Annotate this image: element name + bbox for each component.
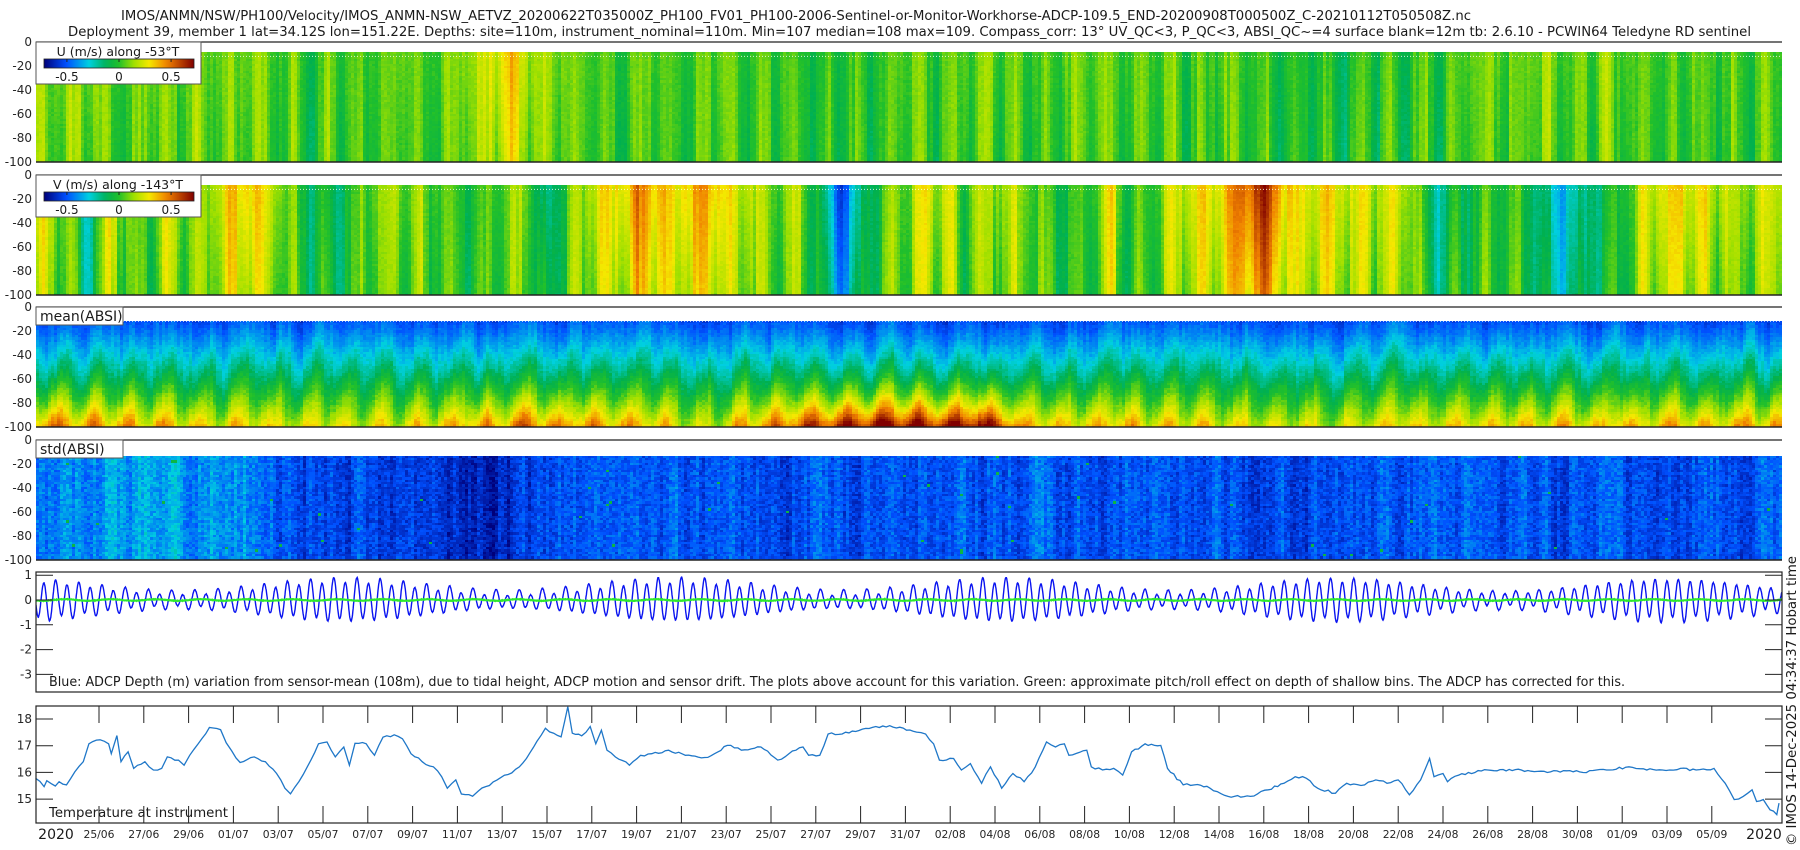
u-ytick-label: -100 xyxy=(5,155,32,169)
depth-ytick-label: -3 xyxy=(20,667,32,681)
std-absi-ytick-label: -60 xyxy=(12,505,32,519)
axes-group: 0-20-40-60-80-100U (m/s) along -53°T-0.5… xyxy=(5,35,1783,843)
mean-absi-panel-label: mean(ABSI) xyxy=(40,309,123,325)
date-tick-label: 25/07 xyxy=(756,828,787,841)
u-colorbar-tick-label: 0.5 xyxy=(162,70,181,84)
date-tick-label: 26/08 xyxy=(1472,828,1503,841)
u-ytick-label: -80 xyxy=(12,131,32,145)
date-tick-label: 14/08 xyxy=(1204,828,1235,841)
date-tick-label: 08/08 xyxy=(1069,828,1100,841)
date-tick-label: 04/08 xyxy=(980,828,1011,841)
u-colorbar-tick-label: 0 xyxy=(115,70,123,84)
depth-caption: Blue: ADCP Depth (m) variation from sens… xyxy=(49,675,1625,690)
temperature-ytick-label: 17 xyxy=(17,739,32,753)
v-ytick-label: -80 xyxy=(12,264,32,278)
depth-ytick-label: 0 xyxy=(24,593,32,607)
std-absi-ytick-label: -80 xyxy=(12,529,32,543)
date-tick-label: 18/08 xyxy=(1293,828,1324,841)
date-tick-label: 29/07 xyxy=(845,828,876,841)
date-tick-label: 17/07 xyxy=(576,828,607,841)
std-absi-ytick-label: 0 xyxy=(24,433,32,447)
std-absi-panel-label: std(ABSI) xyxy=(40,442,105,458)
u-ytick-label: -60 xyxy=(12,107,32,121)
u-ytick-label: -20 xyxy=(12,59,32,73)
depth-ytick-label: -2 xyxy=(20,643,32,657)
date-tick-label: 24/08 xyxy=(1428,828,1459,841)
v-ytick-label: -40 xyxy=(12,216,32,230)
u-ytick-label: -40 xyxy=(12,83,32,97)
figure-title-line1: IMOS/ANMN/NSW/PH100/Velocity/IMOS_ANMN-N… xyxy=(121,9,1471,24)
temperature-ytick-label: 15 xyxy=(17,792,32,806)
date-tick-label: 28/08 xyxy=(1517,828,1548,841)
date-tick-label: 27/06 xyxy=(128,828,159,841)
v-legend-title: V (m/s) along -143°T xyxy=(53,177,183,192)
temperature-panel: 18 17 16 15 Temperature at instrument xyxy=(17,705,1783,824)
date-tick-label: 23/07 xyxy=(711,828,742,841)
date-tick-label: 10/08 xyxy=(1114,828,1145,841)
date-tick-label: 07/07 xyxy=(352,828,383,841)
temperature-ytick-label: 16 xyxy=(17,765,32,779)
mean-absi-label-box: mean(ABSI) xyxy=(35,306,124,326)
credit-text: © IMOS 14-Dec-2025 04:34:37 Hobart time xyxy=(1785,556,1800,846)
date-tick-label: 30/08 xyxy=(1562,828,1593,841)
v-colorbar-legend: V (m/s) along -143°T -0.5 0 0.5 xyxy=(35,174,202,218)
date-tick-label: 22/08 xyxy=(1383,828,1414,841)
temperature-label: Temperature at instrument xyxy=(48,806,228,821)
date-tick-label: 25/06 xyxy=(84,828,115,841)
v-colorbar-tick-label: 0 xyxy=(115,203,123,217)
u-ytick-label: 0 xyxy=(24,35,32,49)
adcp-figure: IMOS/ANMN/NSW/PH100/Velocity/IMOS_ANMN-N… xyxy=(0,0,1800,850)
date-tick-label: 20/08 xyxy=(1338,828,1369,841)
mean-absi-ytick-label: -80 xyxy=(12,396,32,410)
date-tick-label: 29/06 xyxy=(173,828,204,841)
v-colorbar-tick-label: 0.5 xyxy=(162,203,181,217)
date-tick-label: 05/09 xyxy=(1696,828,1727,841)
date-tick-label: 09/07 xyxy=(397,828,428,841)
date-tick-label: 03/07 xyxy=(263,828,294,841)
temperature-panel-frame xyxy=(35,705,1783,824)
date-tick-label: 11/07 xyxy=(442,828,473,841)
date-tick-label: 06/08 xyxy=(1024,828,1055,841)
depth-variation-panel: 1 0 -1 -2 -3 Blue: ADCP Depth (m) variation f… xyxy=(20,568,1783,693)
std-absi-ytick-label: -100 xyxy=(5,553,32,567)
date-tick-label: 31/07 xyxy=(890,828,921,841)
date-tick-label: 27/07 xyxy=(800,828,831,841)
date-tick-label: 21/07 xyxy=(666,828,697,841)
year-label-end: 2020 xyxy=(1746,827,1782,843)
date-tick-label: 19/07 xyxy=(621,828,652,841)
mean-absi-ytick-label: -100 xyxy=(5,420,32,434)
temperature-ytick-label: 18 xyxy=(17,712,32,726)
u-colorbar-legend: U (m/s) along -53°T -0.5 0 0.5 xyxy=(35,41,202,85)
std-absi-label-box: std(ABSI) xyxy=(35,439,124,459)
date-tick-label: 16/08 xyxy=(1248,828,1279,841)
date-tick-label: 01/09 xyxy=(1607,828,1638,841)
date-tick-label: 02/08 xyxy=(935,828,966,841)
u-legend-title: U (m/s) along -53°T xyxy=(57,44,180,59)
mean-absi-ytick-label: -40 xyxy=(12,348,32,362)
figure-overlay: IMOS/ANMN/NSW/PH100/Velocity/IMOS_ANMN-N… xyxy=(5,9,1800,846)
std-absi-ytick-label: -40 xyxy=(12,481,32,495)
depth-ytick-label: -1 xyxy=(20,618,32,632)
std-absi-ytick-label: -20 xyxy=(12,457,32,471)
date-tick-label: 12/08 xyxy=(1159,828,1190,841)
date-tick-label: 13/07 xyxy=(487,828,518,841)
temperature-line xyxy=(35,706,1780,816)
v-ytick-label: -60 xyxy=(12,240,32,254)
date-tick-label: 01/07 xyxy=(218,828,249,841)
mean-absi-ytick-label: 0 xyxy=(24,300,32,314)
date-tick-label: 05/07 xyxy=(308,828,339,841)
date-tick-label: 15/07 xyxy=(532,828,563,841)
mean-absi-ytick-label: -20 xyxy=(12,324,32,338)
v-ytick-label: 0 xyxy=(24,168,32,182)
mean-absi-ytick-label: -60 xyxy=(12,372,32,386)
v-colorbar-tick-label: -0.5 xyxy=(55,203,78,217)
figure-title-line2: Deployment 39, member 1 lat=34.12S lon=1… xyxy=(68,25,1751,40)
year-label-start: 2020 xyxy=(38,827,74,843)
v-ytick-label: -20 xyxy=(12,192,32,206)
u-colorbar-tick-label: -0.5 xyxy=(55,70,78,84)
depth-ytick-label: 1 xyxy=(24,568,32,582)
pitch-roll-effect-line xyxy=(36,597,1782,603)
date-tick-label: 03/09 xyxy=(1652,828,1683,841)
